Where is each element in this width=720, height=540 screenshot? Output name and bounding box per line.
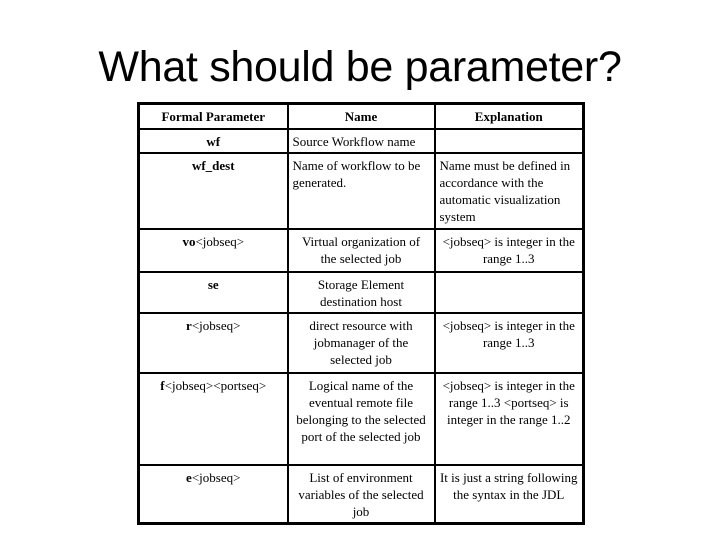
table-header-row: Formal Parameter Name Explanation [137,102,585,130]
table-row: se Storage Element destination host [137,271,585,314]
explanation-cell [433,128,585,154]
param-name: wf_dest [191,158,235,173]
explanation-cell: <jobseq> is integer in the range 1..3 [433,312,585,374]
name-cell: Storage Element destination host [286,271,436,314]
name-cell: direct resource with jobmanager of the s… [286,312,436,374]
param-cell: f<jobseq><portseq> [137,372,289,466]
param-suffix: <jobseq> [195,234,245,249]
param-cell: vo<jobseq> [137,228,289,273]
explanation-cell [433,271,585,314]
param-cell: r<jobseq> [137,312,289,374]
header-name: Name [286,102,436,130]
table-row: wf_dest Name of workflow to be generated… [137,152,585,230]
table-row: wf Source Workflow name [137,128,585,154]
param-cell: wf [137,128,289,154]
param-suffix: <jobseq><portseq> [164,378,267,393]
header-explanation: Explanation [433,102,585,130]
name-cell: List of environment variables of the sel… [286,464,436,525]
name-cell: Logical name of the eventual remote file… [286,372,436,466]
param-cell: e<jobseq> [137,464,289,525]
slide-title: What should be parameter? [98,43,622,91]
explanation-cell: It is just a string following the syntax… [433,464,585,525]
header-formal-parameter: Formal Parameter [137,102,289,130]
param-suffix: <jobseq> [191,470,241,485]
param-cell: se [137,271,289,314]
param-suffix: <jobseq> [191,318,241,333]
param-name: se [207,277,219,292]
param-name: wf [206,134,221,149]
table-row: e<jobseq> List of environment variables … [137,464,585,525]
explanation-cell: Name must be defined in accordance with … [433,152,585,230]
explanation-cell: <jobseq> is integer in the range 1..3 <p… [433,372,585,466]
param-cell: wf_dest [137,152,289,230]
table-row: r<jobseq> direct resource with jobmanage… [137,312,585,374]
name-cell: Source Workflow name [286,128,436,154]
parameters-table: Formal Parameter Name Explanation wf Sou… [137,102,585,525]
name-cell: Virtual organization of the selected job [286,228,436,273]
explanation-cell: <jobseq> is integer in the range 1..3 [433,228,585,273]
table-row: f<jobseq><portseq> Logical name of the e… [137,372,585,466]
name-cell: Name of workflow to be generated. [286,152,436,230]
table-row: vo<jobseq> Virtual organization of the s… [137,228,585,273]
param-name: vo [182,234,196,249]
